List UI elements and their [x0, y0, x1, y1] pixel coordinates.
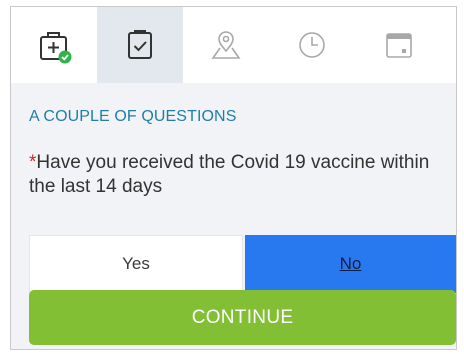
tab-time[interactable]: [269, 7, 355, 83]
tab-questions[interactable]: [97, 7, 183, 83]
step-tab-bar: [11, 7, 456, 83]
tab-location[interactable]: [183, 7, 269, 83]
app-screen: A COUPLE OF QUESTIONS *Have you received…: [10, 6, 457, 350]
tab-date[interactable]: [355, 7, 441, 83]
clipboard-check-icon: [128, 30, 152, 59]
continue-button[interactable]: CONTINUE: [29, 290, 456, 345]
medical-bag-check-icon: [40, 32, 72, 64]
answer-yes-button[interactable]: Yes: [29, 235, 243, 293]
question-text: *Have you received the Covid 19 vaccine …: [29, 151, 449, 199]
section-title: A COUPLE OF QUESTIONS: [29, 108, 237, 125]
answer-no-button[interactable]: No: [245, 235, 456, 293]
calendar-icon: [386, 33, 412, 58]
map-pin-icon: [211, 31, 241, 59]
tab-health-check[interactable]: [11, 7, 97, 83]
clock-icon: [299, 32, 325, 58]
question-label: Have you received the Covid 19 vaccine w…: [29, 152, 430, 197]
